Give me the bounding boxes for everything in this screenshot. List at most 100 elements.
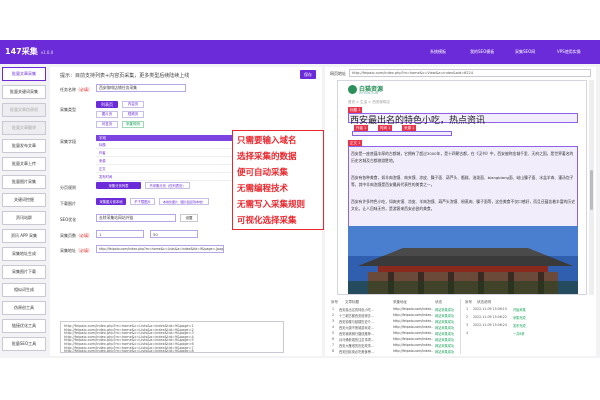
result-title[interactable]: 西安大唐不夜城游玩攻... — [339, 325, 391, 330]
result-title[interactable]: 兵马俑参观的注意事项... — [339, 337, 391, 342]
preview-scrollbar[interactable] — [589, 80, 594, 295]
type-option-content[interactable]: 内容页 — [122, 101, 144, 108]
nav-collect-seo[interactable]: 采集SEO网 — [515, 49, 535, 55]
paging-option-collect[interactable]: 采集分页列表 — [96, 182, 141, 189]
type-label: 采集类型 — [60, 107, 76, 112]
callout-line: 便可自动采集 — [237, 168, 289, 178]
seo-settings-button[interactable]: 设置 — [180, 214, 198, 222]
save-button[interactable]: 保存 — [300, 70, 316, 79]
result-status: 网站采集成功 — [435, 320, 455, 324]
results-divider — [460, 299, 461, 354]
sidebar-item[interactable]: 伪原创工具 — [2, 301, 46, 315]
meta-selection-box[interactable] — [352, 131, 452, 136]
log-time: 2022-11-09 15:06:15 — [473, 307, 507, 311]
log-status: 发布完成 — [513, 324, 526, 328]
scroll-thumb[interactable] — [590, 170, 593, 210]
url-list-box[interactable]: http://feipaio.com/index.php?m=home&c=Li… — [60, 321, 284, 353]
result-url[interactable]: http://feipaio.com/index... — [393, 349, 433, 353]
type-option-video[interactable]: 视频页 — [122, 111, 144, 118]
sidebar-item[interactable]: 采集地址生成 — [2, 247, 46, 261]
page-count-label: 采集页数（必填） — [60, 233, 92, 238]
seo-select[interactable]: 去除采集站网站外链 — [96, 214, 176, 222]
result-index: 7 — [332, 343, 335, 347]
sidebar-item[interactable]: 批量SEO工具 — [2, 337, 46, 351]
image-option-localize[interactable]: 本地化图片（图片链接到本地） — [159, 198, 209, 205]
result-url[interactable]: http://feipaio.com/index... — [393, 331, 433, 335]
log-col-status: 状态说明 — [477, 300, 491, 304]
page-address-input[interactable]: http://feipaio.com/index.php?m=home&c=Vi… — [349, 69, 591, 77]
sidebar-item[interactable]: 批量文章上传 — [2, 157, 46, 171]
log-status: 一共8条 — [513, 332, 525, 336]
preview-panel: 网页地址 http://feipaio.com/index.php?m=home… — [325, 67, 596, 356]
result-index: 3 — [332, 319, 335, 323]
nav-my-seo-template[interactable]: 我的SEO模板 — [470, 49, 494, 55]
log-index: 2 — [466, 315, 469, 319]
page-from-input[interactable]: 1 — [96, 230, 144, 238]
result-col-status: 状态 — [435, 300, 442, 304]
image-option-local[interactable]: 采集图片到本地 — [96, 198, 126, 205]
image-option-none[interactable]: 不下载图片 — [130, 198, 155, 205]
sidebar-item[interactable]: 资讯站群 — [2, 211, 46, 225]
sidebar-item[interactable]: 资讯 APP 采集 — [2, 229, 46, 243]
sidebar-item[interactable]: 链接优化工具 — [2, 319, 46, 333]
url-list-item: http://feipaio.com/index.php?m=home&c=Li… — [64, 349, 194, 353]
paging-option-nocollect[interactable]: 不采集分页（仅列表页） — [145, 182, 190, 189]
result-url[interactable]: http://feipaio.com/index... — [393, 325, 433, 329]
page-address-label: 网页地址 — [330, 71, 346, 76]
task-name-input[interactable]: 西安咖啡店铺任务采集 — [96, 84, 186, 92]
sidebar-item[interactable]: 关键词挖掘 — [2, 193, 46, 207]
task-name-label: 任务名称（必填） — [60, 87, 92, 92]
sidebar-item[interactable]: 批量发布文章 — [2, 139, 46, 153]
result-index: 5 — [332, 331, 335, 335]
log-status: 开始采集 — [513, 308, 526, 312]
page-to-input[interactable]: 50 — [150, 230, 198, 238]
type-option-image[interactable]: 图片页 — [96, 111, 118, 118]
result-url[interactable]: http://feipaio.com/index... — [393, 319, 433, 323]
result-url[interactable]: http://feipaio.com/index... — [393, 343, 433, 347]
result-title[interactable]: 西安大雁塔的历史故事... — [339, 343, 391, 348]
callout-line: 无需写入采集规则 — [237, 200, 306, 210]
site-logo-icon — [348, 85, 357, 94]
sidebar-item[interactable]: 批量文章翻译 — [2, 121, 46, 135]
callout-line: 只需要输入域名 — [237, 136, 297, 146]
fields-col-field: 字段 — [99, 135, 106, 140]
article-photo — [348, 226, 578, 294]
feature-callout: 只需要输入域名 选择采集的数据 便可自动采集 无需编程技术 无需写入采集规则 可视化选择采… — [232, 130, 324, 230]
result-status: 网站采集成功 — [435, 308, 455, 312]
log-status: 采集完成 — [513, 316, 526, 320]
result-title[interactable]: 西安城墙骑行路线推荐... — [339, 331, 391, 336]
result-title[interactable]: 十三朝古都西安值得去... — [339, 313, 391, 318]
result-title[interactable]: 西安钟楼与鼓楼历史介... — [339, 319, 391, 324]
result-url[interactable]: http://feipaio.com/index... — [393, 337, 433, 341]
sidebar-item[interactable]: 批量关键词采集 — [2, 85, 46, 99]
sidebar-item[interactable]: 批量文章采集 — [2, 67, 46, 81]
form-hint: 提示：目前支持列表+内容页采集，更多类型后续陆续上线 — [60, 73, 190, 79]
fields-label: 采集字段 — [60, 139, 76, 144]
result-title[interactable]: 西安最出名的特色小吃... — [339, 307, 391, 312]
result-status: 网站采集成功 — [435, 350, 455, 354]
url-pattern-input[interactable]: http://feipaio.com/index.php?m=home&c=Li… — [96, 245, 224, 253]
result-status: 网站采集成功 — [435, 314, 455, 318]
type-option-qa[interactable]: 问答页 — [96, 121, 118, 128]
sidebar-item[interactable]: 相似词生成 — [2, 283, 46, 297]
breadcrumb: 首页 > 生活 > 西安咖啡店 — [348, 100, 390, 104]
result-title[interactable]: 西安回民街必吃美食榜... — [339, 349, 391, 354]
type-option-list[interactable]: 列表页 — [96, 101, 118, 108]
sidebar-item[interactable]: 批量文章伪原创 — [2, 103, 46, 117]
result-url[interactable]: http://feipaio.com/index... — [393, 307, 433, 311]
callout-line: 选择采集的数据 — [237, 152, 297, 162]
nav-system-template[interactable]: 系统模板 — [430, 49, 446, 55]
sidebar-item[interactable]: 采集图片下载 — [2, 265, 46, 279]
site-logo-sub: ZIYUAN.COM — [359, 91, 379, 95]
seo-label: SEO优化 — [60, 217, 77, 222]
image-download-label: 下载图片 — [60, 201, 76, 206]
web-preview[interactable]: 白猫资源 ZIYUAN.COM 首页 > 生活 > 西安咖啡店 标题 1 西安最… — [337, 80, 587, 295]
result-col-title: 文章标题 — [345, 300, 359, 304]
result-url[interactable]: http://feipaio.com/index... — [393, 313, 433, 317]
article-title: 西安最出名的特色小吃，热点资讯 — [350, 116, 486, 126]
type-rule-button[interactable]: 采集规则 — [122, 121, 144, 128]
article-paragraph: 西安有许多特色小吃，如肉夹馍、凉皮、羊肉泡馍、葫芦头泡馍、粉蒸肉、臊子面等，这些… — [351, 199, 576, 211]
nav-vps[interactable]: VPS使用实操 — [557, 49, 581, 55]
result-status: 网站采集成功 — [435, 344, 455, 348]
sidebar-item[interactable]: 批量图片采集 — [2, 175, 46, 189]
